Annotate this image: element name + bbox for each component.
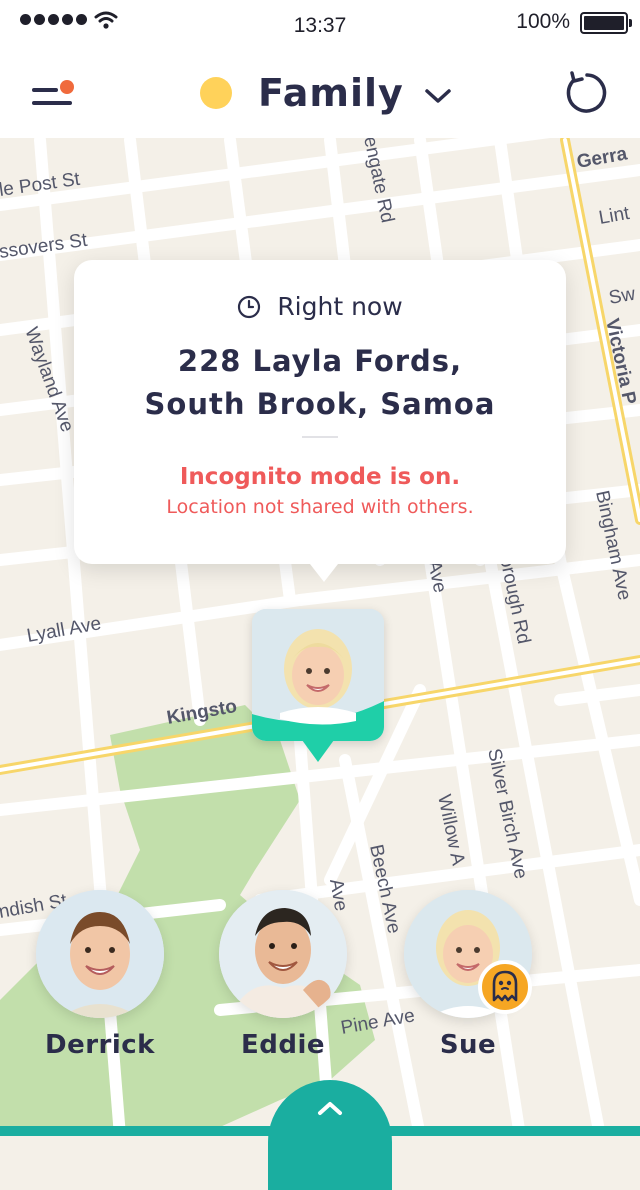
notification-dot (60, 80, 74, 94)
child-photo (252, 609, 384, 741)
boy-photo (36, 890, 164, 1018)
avatar (219, 890, 347, 1018)
man-photo (219, 890, 347, 1018)
chevron-up-icon (318, 1102, 342, 1115)
member-derrick[interactable]: Derrick (25, 890, 175, 1060)
menu-button[interactable] (30, 74, 78, 114)
street-label: Sw (607, 284, 637, 309)
card-time-row: Right now (74, 292, 566, 321)
member-name: Eddie (240, 1030, 326, 1060)
menu-icon (32, 88, 58, 92)
location-pin-pointer (302, 740, 334, 762)
refresh-icon[interactable] (564, 70, 610, 116)
location-pin-avatar[interactable] (252, 609, 384, 741)
location-info-card: Right now 228 Layla Fords, South Brook, … (74, 260, 566, 582)
street-label: Lint (597, 203, 632, 229)
battery-percentage: 100% (516, 10, 570, 33)
card-time-label: Right now (277, 292, 403, 321)
address-line-1: 228 Layla Fords, (177, 344, 463, 378)
status-bar: 13:37 100% (0, 0, 640, 48)
bottom-bar (0, 1126, 640, 1136)
card-divider (302, 436, 338, 438)
address-line-2: South Brook, Samoa (144, 387, 496, 421)
group-name: Family (258, 71, 404, 115)
header: Family (0, 48, 640, 138)
incognito-badge (478, 960, 532, 1014)
ghost-icon (492, 970, 518, 1002)
menu-icon-line (32, 101, 72, 105)
member-name: Sue (439, 1030, 497, 1060)
street-label: Lyall Ave (25, 613, 103, 647)
group-color-dot (200, 77, 232, 109)
avatar (36, 890, 164, 1018)
incognito-warning-title: Incognito mode is on. (179, 464, 461, 490)
incognito-warning-subtitle: Location not shared with others. (166, 496, 474, 518)
street-label: Bingham Ave (591, 489, 635, 603)
member-name: Derrick (45, 1030, 155, 1060)
card-address: 228 Layla Fords, South Brook, Samoa (74, 340, 566, 426)
battery-icon (580, 12, 632, 34)
member-eddie[interactable]: Eddie (208, 890, 358, 1060)
street-label: Wayland Ave (20, 325, 77, 435)
group-selector[interactable]: Family (200, 66, 452, 120)
clock-icon (238, 295, 261, 318)
chevron-down-icon (425, 89, 451, 103)
